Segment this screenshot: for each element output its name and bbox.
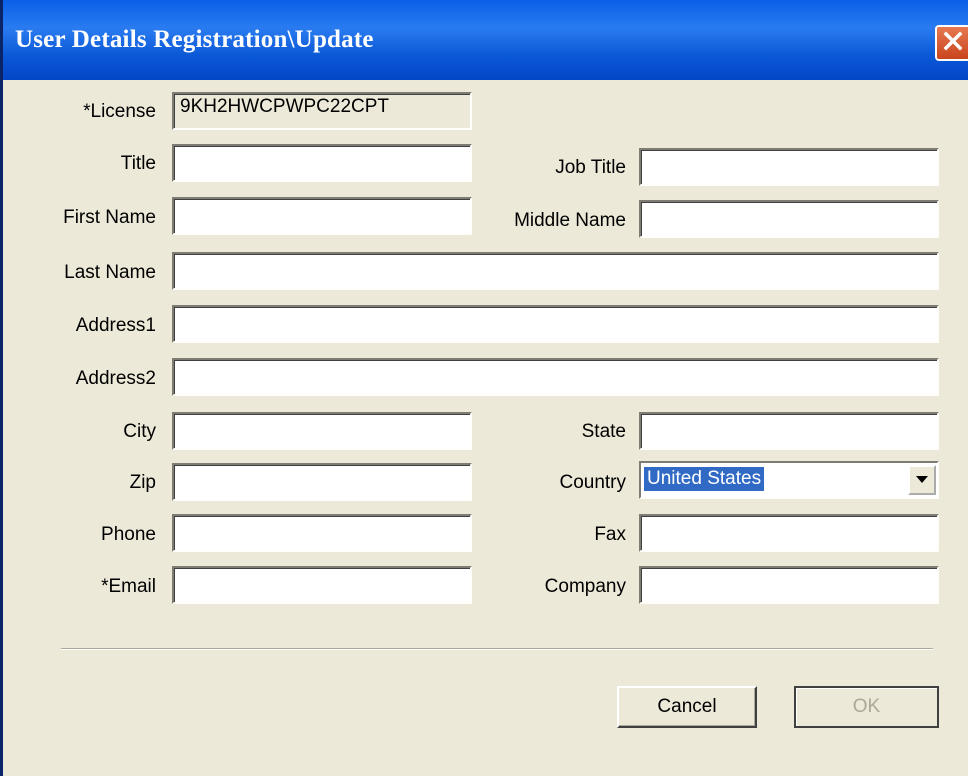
chevron-down-icon (916, 471, 928, 489)
company-label: Company (544, 576, 626, 597)
city-label: City (123, 421, 156, 442)
city-field[interactable] (172, 412, 472, 450)
address1-field[interactable] (172, 305, 939, 343)
last-name-field[interactable] (172, 252, 939, 290)
email-field[interactable] (172, 566, 472, 604)
license-field: 9KH2HWCPWPC22CPT (172, 92, 472, 130)
address2-field[interactable] (172, 358, 939, 396)
phone-label: Phone (101, 524, 156, 545)
middle-name-label: Middle Name (514, 210, 626, 231)
close-button[interactable] (935, 25, 968, 61)
close-icon (943, 31, 963, 56)
job-title-field[interactable] (639, 148, 939, 186)
state-field[interactable] (639, 412, 939, 450)
first-name-field[interactable] (172, 197, 472, 235)
country-selected-value: United States (644, 467, 765, 491)
country-dropdown-button[interactable] (908, 465, 936, 495)
last-name-label: Last Name (64, 262, 156, 283)
title-field[interactable] (172, 144, 472, 182)
title-bar[interactable]: User Details Registration\Update (3, 0, 968, 80)
separator-line (61, 648, 933, 650)
middle-name-field[interactable] (639, 200, 939, 238)
window-title: User Details Registration\Update (15, 26, 374, 53)
email-label: *Email (101, 576, 156, 597)
job-title-label: Job Title (555, 157, 626, 178)
fax-label: Fax (594, 524, 626, 545)
cancel-button[interactable]: Cancel (617, 686, 757, 728)
address2-label: Address2 (75, 368, 156, 389)
phone-field[interactable] (172, 514, 472, 552)
country-select[interactable]: United States (639, 461, 939, 499)
zip-field[interactable] (172, 463, 472, 501)
zip-label: Zip (129, 472, 156, 493)
country-label: Country (559, 472, 626, 493)
ok-button[interactable]: OK (794, 686, 939, 728)
registration-dialog: User Details Registration\Update *Licens… (0, 0, 968, 776)
title-label: Title (120, 153, 156, 174)
company-field[interactable] (639, 566, 939, 604)
state-label: State (581, 421, 626, 442)
first-name-label: First Name (63, 207, 156, 228)
license-label: *License (83, 101, 156, 122)
address1-label: Address1 (75, 315, 156, 336)
fax-field[interactable] (639, 514, 939, 552)
